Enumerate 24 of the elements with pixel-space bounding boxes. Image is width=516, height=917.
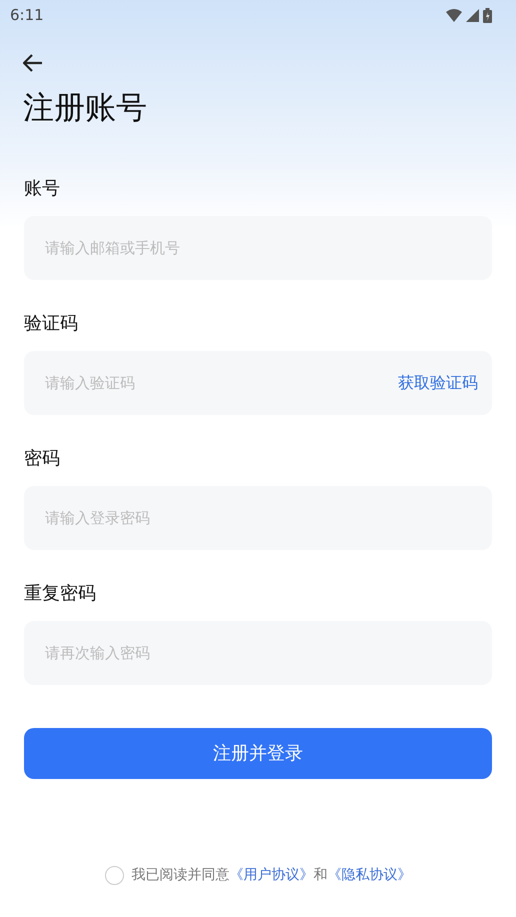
text-input[interactable]: 请输入邮箱或手机号 (43, 236, 478, 260)
text-input[interactable]: 请输入验证码 (43, 370, 398, 396)
agreement-link[interactable]: 《用户协议》 (230, 867, 314, 884)
signal-icon (466, 8, 479, 22)
text-input[interactable]: 请再次输入密码 (43, 640, 478, 666)
input-field[interactable]: 请输入登录密码 (24, 486, 492, 550)
field-label: 账号 (24, 177, 61, 202)
page-title: 注册账号 (23, 90, 148, 128)
field-label: 重复密码 (24, 582, 97, 606)
get-code-button[interactable]: 获取验证码 (398, 371, 478, 396)
wifi-icon (446, 8, 462, 22)
text-input[interactable]: 请输入登录密码 (43, 506, 478, 530)
register-button[interactable]: 注册并登录 (24, 728, 492, 780)
input-field[interactable]: 请输入邮箱或手机号 (24, 216, 492, 280)
field-label: 密码 (24, 447, 61, 472)
status-time: 6:11 (10, 4, 44, 26)
agreement-text: 我已阅读并同意《用户协议》和《隐私协议》 (132, 866, 412, 886)
agreement-link[interactable]: 《隐私协议》 (328, 867, 412, 884)
input-field[interactable]: 请再次输入密码 (24, 621, 492, 686)
back-icon[interactable] (23, 54, 43, 72)
field-label: 验证码 (24, 312, 79, 336)
input-field[interactable]: 请输入验证码 获取验证码 (24, 351, 492, 416)
agreement-checkbox[interactable] (104, 866, 124, 886)
battery-icon (483, 8, 492, 22)
